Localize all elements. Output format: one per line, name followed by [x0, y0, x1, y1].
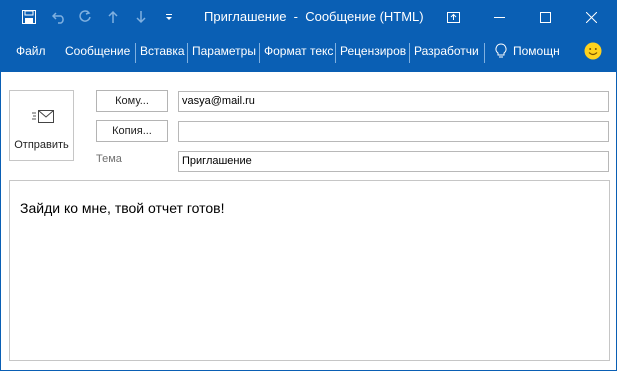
- tab-message[interactable]: Сообщение: [65, 34, 135, 72]
- title-bar: Приглашение - Сообщение (HTML): [0, 0, 617, 34]
- save-icon[interactable]: [18, 6, 40, 28]
- tab-separator: [484, 43, 485, 63]
- maximize-icon[interactable]: [522, 0, 568, 34]
- lightbulb-icon: [495, 43, 507, 62]
- ribbon-display-options-icon[interactable]: [430, 0, 476, 34]
- cc-button[interactable]: Копия...: [96, 120, 168, 142]
- message-body[interactable]: Зайди ко мне, твой отчет готов!: [9, 180, 610, 361]
- send-label: Отправить: [14, 139, 69, 151]
- tab-format-text[interactable]: Формат текс: [264, 34, 334, 72]
- customize-qat-icon[interactable]: [158, 6, 180, 28]
- tab-separator: [187, 43, 188, 63]
- tab-insert[interactable]: Вставка: [140, 34, 187, 72]
- tab-separator: [409, 43, 410, 63]
- subject-label: Тема: [96, 153, 122, 165]
- tab-separator: [135, 43, 136, 63]
- tab-options[interactable]: Параметры: [192, 34, 257, 72]
- subject-field[interactable]: Приглашение: [178, 151, 609, 172]
- to-field[interactable]: vasya@mail.ru: [178, 91, 609, 112]
- tab-review[interactable]: Рецензиров: [340, 34, 408, 72]
- redo-icon[interactable]: [74, 6, 96, 28]
- down-arrow-icon[interactable]: [130, 6, 152, 28]
- smiley-feedback-icon[interactable]: [584, 42, 602, 63]
- send-envelope-icon: [32, 108, 54, 129]
- message-window: Приглашение - Сообщение (HTML) Файл Сооб…: [0, 0, 617, 371]
- send-button[interactable]: Отправить: [9, 90, 74, 161]
- tab-file[interactable]: Файл: [16, 34, 46, 72]
- tab-separator: [259, 43, 260, 63]
- tab-separator: [335, 43, 336, 63]
- tab-help[interactable]: Помощн: [513, 34, 569, 72]
- tab-developer[interactable]: Разработчи: [414, 34, 482, 72]
- up-arrow-icon[interactable]: [102, 6, 124, 28]
- message-body-text[interactable]: Зайди ко мне, твой отчет готов!: [20, 200, 224, 216]
- cc-field[interactable]: [178, 121, 609, 142]
- qat-group: [48, 0, 180, 34]
- close-icon[interactable]: [568, 0, 614, 34]
- undo-icon[interactable]: [48, 6, 70, 28]
- window-title: Приглашение - Сообщение (HTML): [204, 9, 424, 24]
- to-button[interactable]: Кому...: [96, 90, 168, 112]
- ribbon-tabs: Файл Сообщение Вставка Параметры Формат …: [0, 34, 617, 72]
- minimize-icon[interactable]: [476, 0, 522, 34]
- quick-access-toolbar: [18, 0, 40, 34]
